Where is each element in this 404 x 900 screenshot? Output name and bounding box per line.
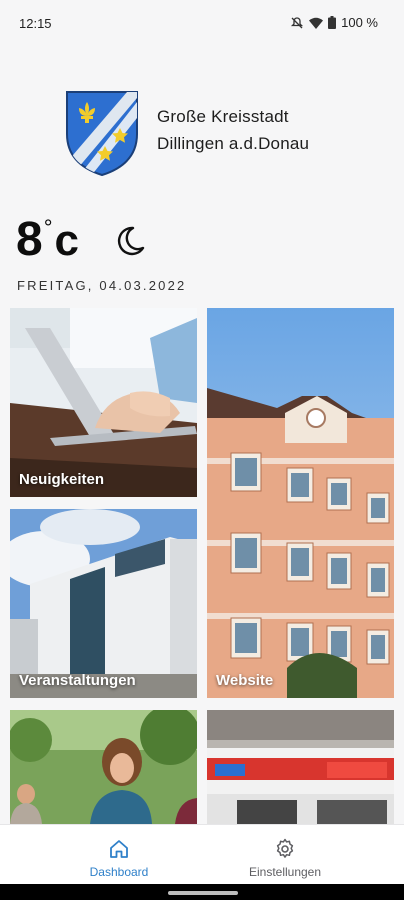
battery-icon: [328, 16, 337, 29]
nav-settings[interactable]: Einstellungen: [184, 825, 386, 885]
website-photo: [207, 308, 394, 698]
moon-icon: [117, 226, 145, 256]
temperature-unit: c: [54, 216, 79, 265]
brand-header: Große Kreisstadt Dillingen a.d.Donau: [65, 90, 385, 176]
tile-ambulance[interactable]: [207, 710, 394, 824]
news-photo: [10, 308, 197, 497]
tile-events-label: Veranstaltungen: [19, 672, 136, 689]
tile-people[interactable]: [10, 710, 197, 824]
date-label: FREITAG, 04.03.2022: [17, 278, 187, 293]
temperature-display: 8°c: [16, 213, 79, 275]
tile-news-label: Neuigkeiten: [19, 471, 105, 488]
home-icon: [110, 840, 128, 858]
tile-website-label: Website: [216, 672, 274, 689]
tile-events[interactable]: Veranstaltungen: [10, 509, 197, 698]
wifi-icon: [309, 17, 324, 29]
temperature-value: 8: [16, 213, 43, 266]
people-photo: [10, 710, 197, 824]
status-bar: 12:15 100 %: [0, 0, 404, 46]
nav-settings-label: Einstellungen: [248, 865, 322, 879]
gear-icon: [276, 838, 294, 858]
status-icons: 100 %: [290, 15, 378, 30]
status-time: 12:15: [19, 16, 52, 31]
tile-website[interactable]: Website: [207, 308, 394, 698]
events-photo: [10, 509, 197, 698]
bottom-navigation: Dashboard Einstellungen: [0, 824, 404, 885]
tile-news[interactable]: Neuigkeiten: [10, 308, 197, 497]
brand-title-line2: Dillingen a.d.Donau: [157, 134, 310, 153]
ambulance-photo: [207, 710, 394, 824]
gesture-handle[interactable]: [168, 891, 238, 895]
mute-icon: [290, 16, 304, 30]
brand-title-line1: Große Kreisstadt: [157, 107, 289, 126]
coat-of-arms-logo: [66, 91, 138, 176]
degree-symbol: °: [43, 215, 53, 240]
battery-percent: 100 %: [341, 15, 378, 30]
